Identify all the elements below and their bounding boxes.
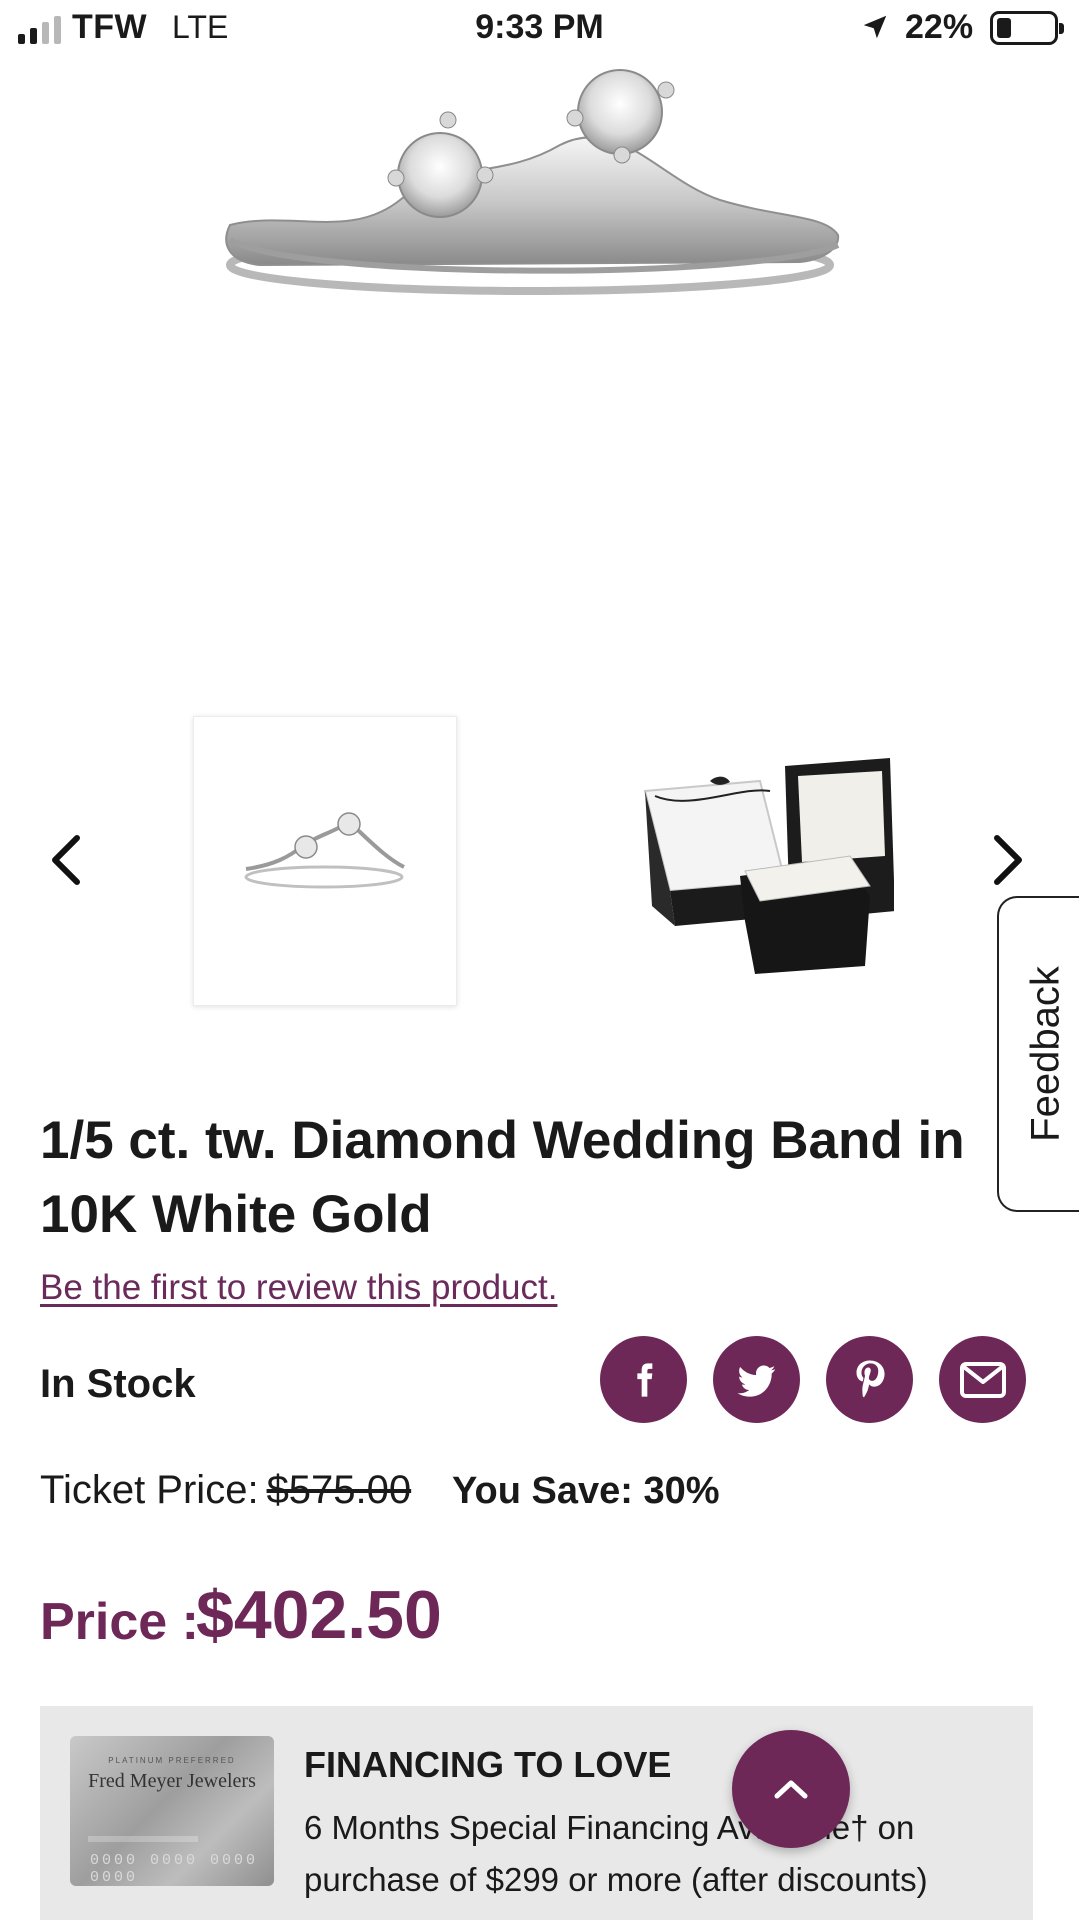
- feedback-tab[interactable]: Feedback: [997, 896, 1079, 1212]
- product-title: 1/5 ct. tw. Diamond Wedding Band in 10K …: [40, 1111, 965, 1244]
- card-tag: PLATINUM PREFERRED: [108, 1756, 236, 1765]
- financing-text: 6 Months Special Financing Available† on…: [304, 1809, 928, 1898]
- share-email-button[interactable]: [939, 1336, 1026, 1423]
- financing-title: FINANCING TO LOVE: [304, 1744, 672, 1785]
- ticket-price-value: $575.00: [266, 1468, 412, 1512]
- carousel-prev-button[interactable]: [36, 830, 96, 890]
- price-label: Price :: [40, 1593, 199, 1651]
- thumbnail-ring[interactable]: [193, 716, 457, 1006]
- twitter-icon: [737, 1365, 775, 1397]
- product-main-image[interactable]: [200, 50, 860, 310]
- stock-status: In Stock: [40, 1362, 196, 1406]
- scroll-to-top-button[interactable]: [732, 1730, 850, 1848]
- ring-thumbnail-image: [244, 812, 405, 889]
- card-brand: Fred Meyer Jewelers: [88, 1770, 256, 1792]
- feedback-label: Feedback: [1023, 966, 1067, 1142]
- chevron-right-icon: [994, 835, 1022, 885]
- share-facebook-button[interactable]: [600, 1336, 687, 1423]
- ticket-price-label: Ticket Price:: [40, 1468, 259, 1512]
- card-number: 0000 0000 0000 0000: [90, 1852, 259, 1886]
- share-twitter-button[interactable]: [713, 1336, 800, 1423]
- email-icon: [959, 1361, 1006, 1398]
- carousel-next-button[interactable]: [978, 830, 1038, 890]
- credit-card-image: PLATINUM PREFERRED Fred Meyer Jewelers 0…: [70, 1736, 274, 1886]
- chevron-left-icon: [52, 835, 80, 885]
- thumbnail-box[interactable]: [630, 716, 895, 1006]
- share-pinterest-button[interactable]: [826, 1336, 913, 1423]
- financing-banner[interactable]: PLATINUM PREFERRED Fred Meyer Jewelers 0…: [40, 1706, 1033, 1920]
- pinterest-icon: [856, 1360, 885, 1397]
- write-review-link[interactable]: Be the first to review this product.: [40, 1268, 557, 1308]
- chevron-up-icon: [774, 1780, 808, 1799]
- savings-badge: You Save: 30%: [452, 1470, 720, 1512]
- gift-box-thumbnail-image: [643, 758, 895, 974]
- battery-icon: [990, 11, 1064, 45]
- facebook-icon: [636, 1362, 652, 1397]
- battery-percentage: 22%: [905, 8, 974, 46]
- ticket-price: Ticket Price: $575.00: [40, 1468, 411, 1513]
- price-value: $402.50: [196, 1577, 442, 1653]
- location-arrow-icon: [863, 15, 887, 39]
